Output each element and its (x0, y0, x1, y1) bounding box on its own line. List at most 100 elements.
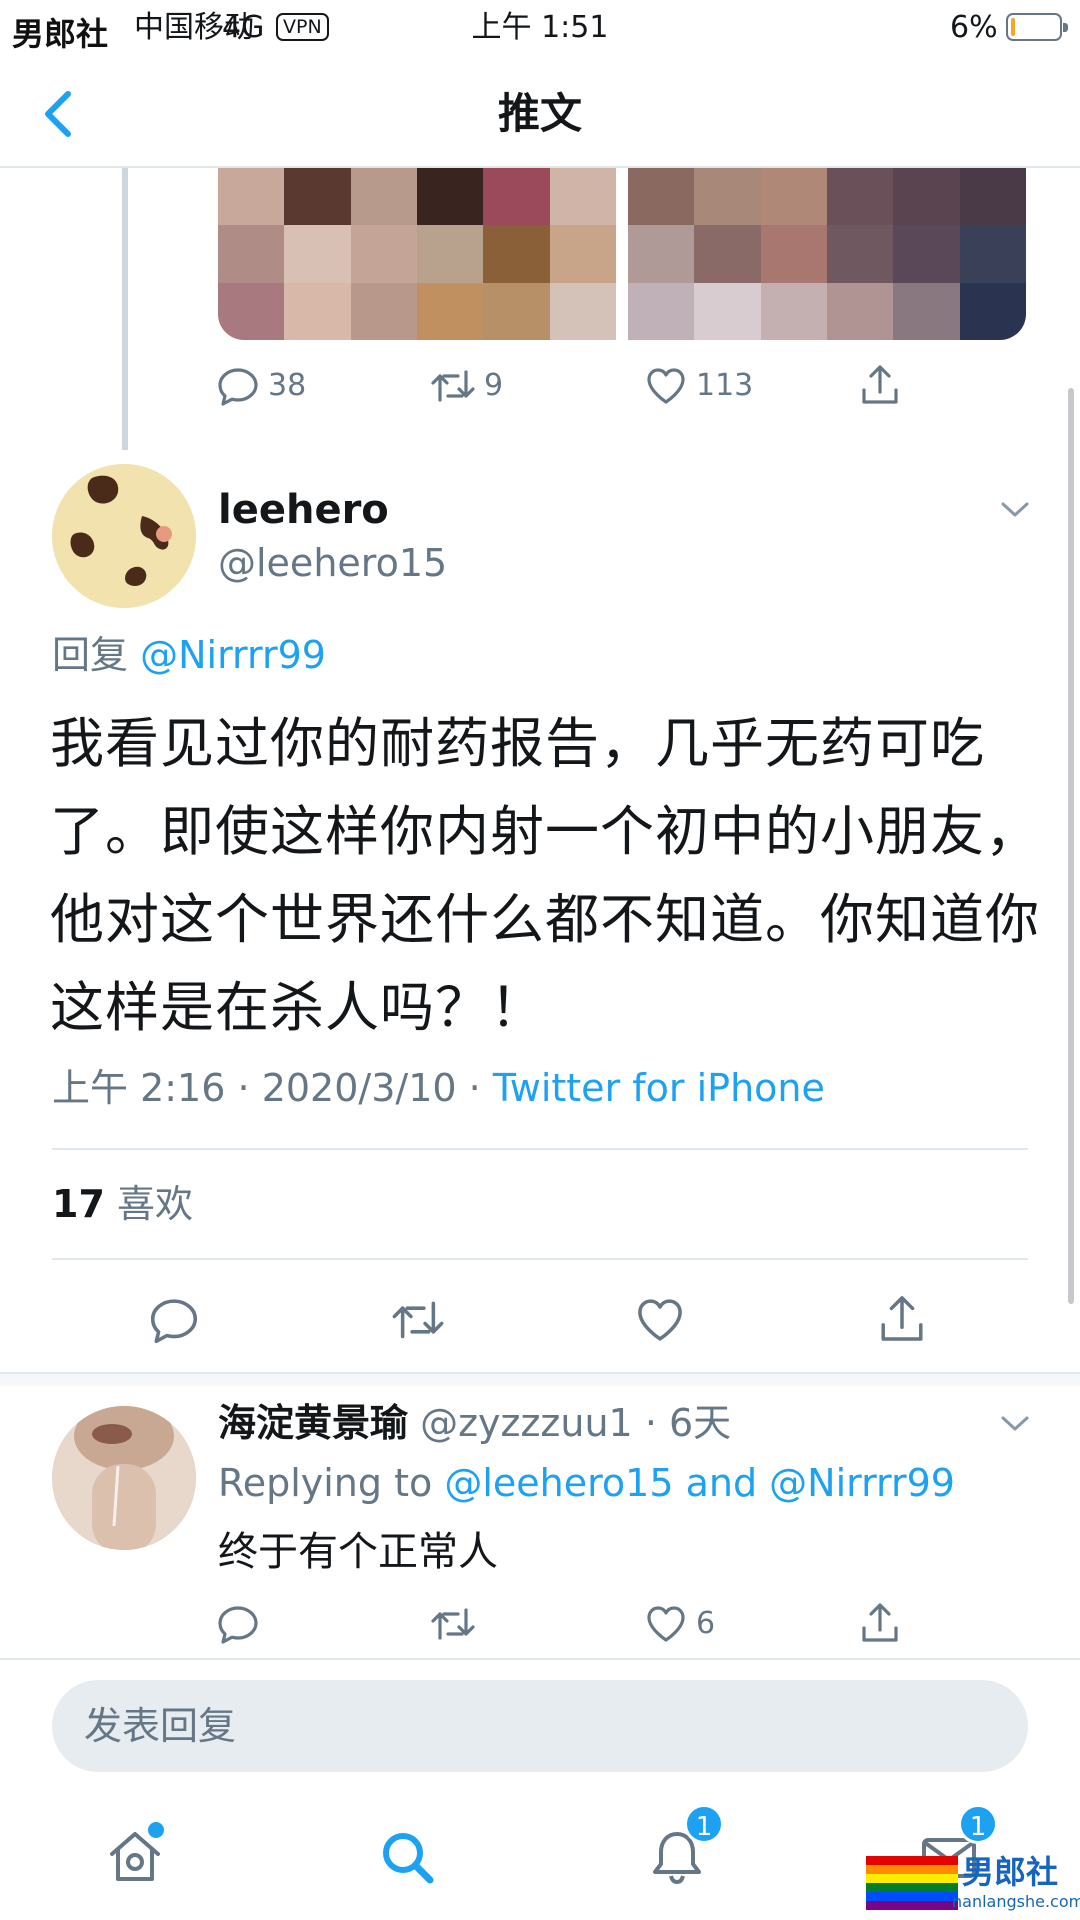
watermark-top-left: 男郎社 (12, 15, 109, 53)
notifications-badge: 1 (684, 1804, 724, 1844)
media-pixel (284, 225, 351, 283)
media-pixel (284, 168, 351, 226)
reply-action[interactable]: 38 (216, 364, 306, 408)
media-pixel (483, 168, 550, 226)
like-action[interactable] (634, 1294, 686, 1346)
media-pixel (218, 282, 285, 340)
reply-compose-input[interactable]: 发表回复 (52, 1680, 1028, 1772)
meta-separator: · (468, 1066, 481, 1110)
watermark-logo: 男郎社 nanlangshe.com (866, 1852, 1080, 1920)
media-pixel (893, 168, 960, 226)
battery-icon (1006, 13, 1068, 41)
media-pixel (827, 225, 894, 283)
retweet-action[interactable] (430, 1602, 476, 1646)
reply-age: · 6天 (644, 1401, 732, 1445)
tweet-text: 我看见过你的耐药报告，几乎无药可吃了。即使这样你内射一个初中的小朋友，他对这个世… (50, 712, 1040, 1039)
retweet-action[interactable] (390, 1294, 446, 1346)
search-icon (383, 1833, 434, 1884)
tab-search[interactable] (376, 1826, 438, 1888)
reply-to-user-link[interactable]: @Nirrrr99 (140, 633, 326, 677)
like-action[interactable]: 6 (644, 1602, 715, 1646)
share-action[interactable] (858, 362, 902, 408)
reply-context: 回复 @Nirrrr99 (52, 630, 326, 680)
retweet-icon (431, 1608, 475, 1640)
scrollbar[interactable] (1068, 388, 1074, 1304)
reply-action[interactable] (148, 1294, 200, 1346)
chevron-down-icon (1001, 502, 1029, 517)
battery-percent: 6% (950, 10, 998, 45)
media-pixel (827, 282, 894, 340)
media-pixel (694, 282, 761, 340)
page-title: 推文 (497, 89, 582, 138)
tweet-meta: 上午 2:16 · 2020/3/10 · Twitter for iPhone (52, 1062, 825, 1114)
reply-text: 终于有个正常人 (218, 1529, 498, 1575)
media-pixel (959, 225, 1026, 283)
divider (52, 1148, 1028, 1150)
nav-bar: 推文 (0, 56, 1080, 168)
author-handle[interactable]: @leehero15 (218, 538, 447, 588)
media-pixel (628, 282, 695, 340)
reply-action[interactable] (216, 1602, 260, 1646)
media-pixel (893, 225, 960, 283)
like-count: 6 (696, 1606, 716, 1641)
media-pixel (350, 282, 417, 340)
media-pixel (483, 225, 550, 283)
tweet-date: 2020/3/10 (261, 1066, 457, 1110)
divider (0, 1658, 1080, 1660)
reply-author-handle[interactable]: @zyzzzuu1 (420, 1401, 633, 1445)
like-action[interactable]: 113 (644, 364, 753, 408)
share-action[interactable] (876, 1292, 928, 1346)
panda-avatar-icon (52, 464, 196, 608)
reply-author-line: 海淀黄景瑜 @zyzzzuu1 · 6天 (218, 1398, 731, 1448)
tab-notifications[interactable]: 1 (646, 1804, 724, 1888)
reply-icon (218, 1606, 258, 1644)
reply-menu-button[interactable] (1000, 1414, 1030, 1434)
media-pixel (694, 168, 761, 226)
divider (52, 1258, 1028, 1260)
reply-prefix: 回复 (52, 633, 129, 677)
media-pixel (959, 168, 1026, 226)
media-pixel (218, 168, 285, 226)
tweet-source-link[interactable]: Twitter for iPhone (493, 1066, 825, 1110)
author-name[interactable]: leehero (218, 484, 389, 536)
share-action[interactable] (858, 1600, 902, 1646)
media-pixel (483, 282, 550, 340)
media-pixel (893, 282, 960, 340)
reply-author-name[interactable]: 海淀黄景瑜 (218, 1401, 408, 1445)
media-pixel (549, 282, 616, 340)
chevron-down-icon (1001, 1416, 1029, 1431)
heart-icon (638, 1299, 682, 1341)
retweet-action[interactable]: 9 (430, 364, 503, 408)
media-pixel (694, 225, 761, 283)
media-pixel (760, 282, 827, 340)
media-pixel (417, 225, 484, 283)
messages-badge: 1 (958, 1804, 998, 1844)
status-time: 上午 1:51 (471, 10, 609, 45)
media-image-1[interactable] (218, 168, 616, 340)
media-pixel (628, 225, 695, 283)
media-pixel (284, 282, 351, 340)
avatar-reply-user[interactable] (52, 1406, 196, 1550)
heart-icon (647, 1606, 685, 1642)
media-image-2[interactable] (628, 168, 1026, 340)
likes-summary[interactable]: 17 喜欢 (52, 1178, 193, 1230)
replying-to-line: Replying to @leehero15 and @Nirrrr99 (218, 1458, 955, 1508)
likes-count: 17 (52, 1182, 105, 1226)
home-new-dot (148, 1822, 164, 1838)
media-pixel (827, 168, 894, 226)
media-pixel (218, 225, 285, 283)
main-tweet-actions (0, 1292, 1080, 1352)
media-pixel (549, 168, 616, 226)
media-pixel (959, 282, 1026, 340)
reply-icon (218, 368, 258, 406)
reply-count: 38 (268, 368, 307, 403)
tab-home[interactable] (104, 1822, 166, 1888)
avatar-leehero[interactable] (52, 464, 196, 608)
replying-users-link[interactable]: @leehero15 and @Nirrrr99 (444, 1461, 955, 1505)
heart-icon (647, 368, 685, 404)
media-pixel (350, 168, 417, 226)
replying-prefix: Replying to (218, 1461, 433, 1505)
like-count: 113 (696, 368, 754, 403)
media-pixel (417, 282, 484, 340)
tweet-menu-button[interactable] (1000, 500, 1030, 520)
